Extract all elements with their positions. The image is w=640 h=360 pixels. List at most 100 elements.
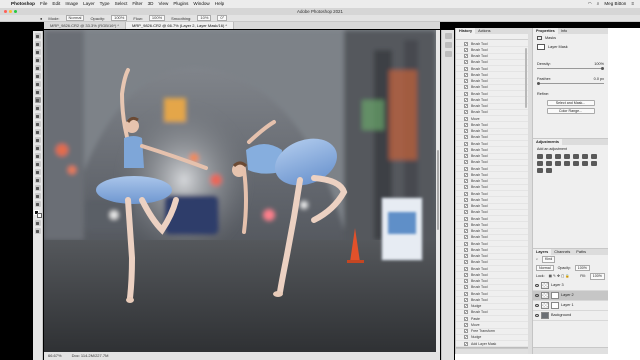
- menu-view[interactable]: View: [158, 0, 168, 8]
- control-center-icon[interactable]: ≡: [631, 0, 634, 8]
- healing-tool-icon[interactable]: [34, 89, 41, 95]
- photo-filter-icon[interactable]: [546, 161, 552, 166]
- visibility-eye-icon[interactable]: [535, 283, 539, 287]
- layer-opacity-field[interactable]: 100%: [574, 264, 590, 271]
- clone-stamp-tool-icon[interactable]: [34, 105, 41, 111]
- visibility-eye-icon[interactable]: [535, 303, 539, 307]
- search-icon[interactable]: ⌕: [597, 0, 600, 8]
- scroll-thumb[interactable]: [437, 150, 439, 230]
- tab-info[interactable]: Info: [558, 28, 570, 34]
- menu-image[interactable]: Image: [65, 0, 78, 8]
- menu-photoshop[interactable]: Photoshop: [11, 0, 35, 8]
- menu-layer[interactable]: Layer: [83, 0, 95, 8]
- density-slider[interactable]: [537, 66, 604, 70]
- flow-field[interactable]: 100%: [148, 14, 166, 22]
- black-white-icon[interactable]: [537, 161, 543, 166]
- zoom-tool-icon[interactable]: [34, 193, 41, 199]
- user-name[interactable]: Meg Bitton: [604, 0, 626, 8]
- lasso-tool-icon[interactable]: [34, 49, 41, 55]
- hue-sat-icon[interactable]: [582, 154, 588, 159]
- document-canvas[interactable]: [44, 30, 436, 352]
- levels-icon[interactable]: [546, 154, 552, 159]
- layer-thumbnail[interactable]: [541, 311, 549, 319]
- color-balance-icon[interactable]: [591, 154, 597, 159]
- exposure-icon[interactable]: [564, 154, 570, 159]
- angle-field[interactable]: 0°: [217, 14, 228, 22]
- tab-actions[interactable]: Actions: [475, 28, 493, 34]
- opacity-field[interactable]: 100%: [111, 14, 128, 22]
- doc-tab-1[interactable]: MRP_9826.CR2 @ 33.3% (RGB/16*) *: [44, 22, 126, 29]
- menu-help[interactable]: Help: [215, 0, 224, 8]
- shape-tool-icon[interactable]: [34, 177, 41, 183]
- edit-toolbar-icon[interactable]: [34, 201, 41, 207]
- feather-slider[interactable]: [537, 81, 604, 85]
- frame-tool-icon[interactable]: [34, 73, 41, 79]
- smoothing-field[interactable]: 10%: [197, 14, 212, 22]
- tab-layers[interactable]: Layers: [533, 249, 552, 255]
- tab-channels[interactable]: Channels: [551, 249, 573, 255]
- menu-type[interactable]: Type: [100, 0, 110, 8]
- lock-icons[interactable]: ▦ ✎ ✥ ▢ 🔒: [549, 274, 570, 278]
- vibrance-icon[interactable]: [573, 154, 579, 159]
- tab-adjustments[interactable]: Adjustments: [533, 139, 562, 145]
- selective-color-icon[interactable]: [546, 168, 552, 173]
- brush-preset-icon[interactable]: ●: [40, 16, 42, 21]
- hand-tool-icon[interactable]: [34, 185, 41, 191]
- panel-toggle-icon[interactable]: [444, 33, 452, 39]
- doc-tab-2[interactable]: MRP_9826.CR2 @ 66.7% (Layer 2, Layer Mas…: [125, 22, 234, 29]
- feather-value[interactable]: 0.0 px: [594, 77, 604, 81]
- threshold-icon[interactable]: [591, 161, 597, 166]
- menu-file[interactable]: File: [40, 0, 47, 8]
- layer-row[interactable]: Layer 2: [533, 290, 608, 301]
- eyedropper-tool-icon[interactable]: [34, 81, 41, 87]
- channel-mixer-icon[interactable]: [555, 161, 561, 166]
- close-window-button[interactable]: [4, 10, 7, 13]
- mode-select[interactable]: Normal: [65, 14, 85, 22]
- color-range-button[interactable]: Color Range...: [546, 108, 595, 114]
- layer-thumbnail[interactable]: [541, 281, 549, 289]
- gradient-map-icon[interactable]: [537, 168, 543, 173]
- history-scrollbar[interactable]: [525, 48, 527, 108]
- brush-settings-icon[interactable]: [444, 51, 452, 57]
- color-lookup-icon[interactable]: [564, 161, 570, 166]
- layer-row[interactable]: Layer 1: [533, 301, 608, 311]
- layer-mask-thumbnail[interactable]: [551, 291, 559, 299]
- type-tool-icon[interactable]: [34, 161, 41, 167]
- layer-thumbnail[interactable]: [541, 301, 549, 309]
- posterize-icon[interactable]: [582, 161, 588, 166]
- quick-mask-icon[interactable]: [34, 220, 41, 226]
- menu-filter[interactable]: Filter: [132, 0, 142, 8]
- fill-field[interactable]: 100%: [589, 273, 605, 280]
- history-brush-tool-icon[interactable]: [34, 113, 41, 119]
- gradient-tool-icon[interactable]: [34, 129, 41, 135]
- layer-mask-thumb[interactable]: [537, 44, 545, 50]
- zoom-window-button[interactable]: [14, 10, 17, 13]
- layer-row[interactable]: Background: [533, 311, 608, 321]
- move-tool-icon[interactable]: [34, 33, 41, 39]
- layer-row[interactable]: Layer 3: [533, 281, 608, 291]
- blur-tool-icon[interactable]: [34, 137, 41, 143]
- pen-tool-icon[interactable]: [34, 153, 41, 159]
- layer-mask-thumbnail[interactable]: [551, 301, 559, 309]
- kind-filter[interactable]: Kind: [542, 256, 556, 263]
- tab-history[interactable]: History: [456, 28, 476, 34]
- minimize-window-button[interactable]: [9, 10, 12, 13]
- eraser-tool-icon[interactable]: [34, 121, 41, 127]
- canvas-vertical-scrollbar[interactable]: [436, 30, 440, 352]
- tab-paths[interactable]: Paths: [573, 249, 589, 255]
- menu-select[interactable]: Select: [115, 0, 128, 8]
- tab-properties[interactable]: Properties: [533, 28, 558, 34]
- background-color-swatch[interactable]: [37, 213, 42, 218]
- history-snapshot[interactable]: [456, 34, 528, 40]
- menu-edit[interactable]: Edit: [52, 0, 60, 8]
- zoom-level[interactable]: 66.67%: [48, 352, 62, 360]
- path-select-tool-icon[interactable]: [34, 169, 41, 175]
- visibility-eye-icon[interactable]: [535, 313, 539, 317]
- visibility-eye-icon[interactable]: [535, 293, 539, 297]
- quick-select-tool-icon[interactable]: [34, 57, 41, 63]
- invert-icon[interactable]: [573, 161, 579, 166]
- menu-window[interactable]: Window: [193, 0, 209, 8]
- menu-plugins[interactable]: Plugins: [173, 0, 188, 8]
- brightness-icon[interactable]: [537, 154, 543, 159]
- marquee-tool-icon[interactable]: [34, 41, 41, 47]
